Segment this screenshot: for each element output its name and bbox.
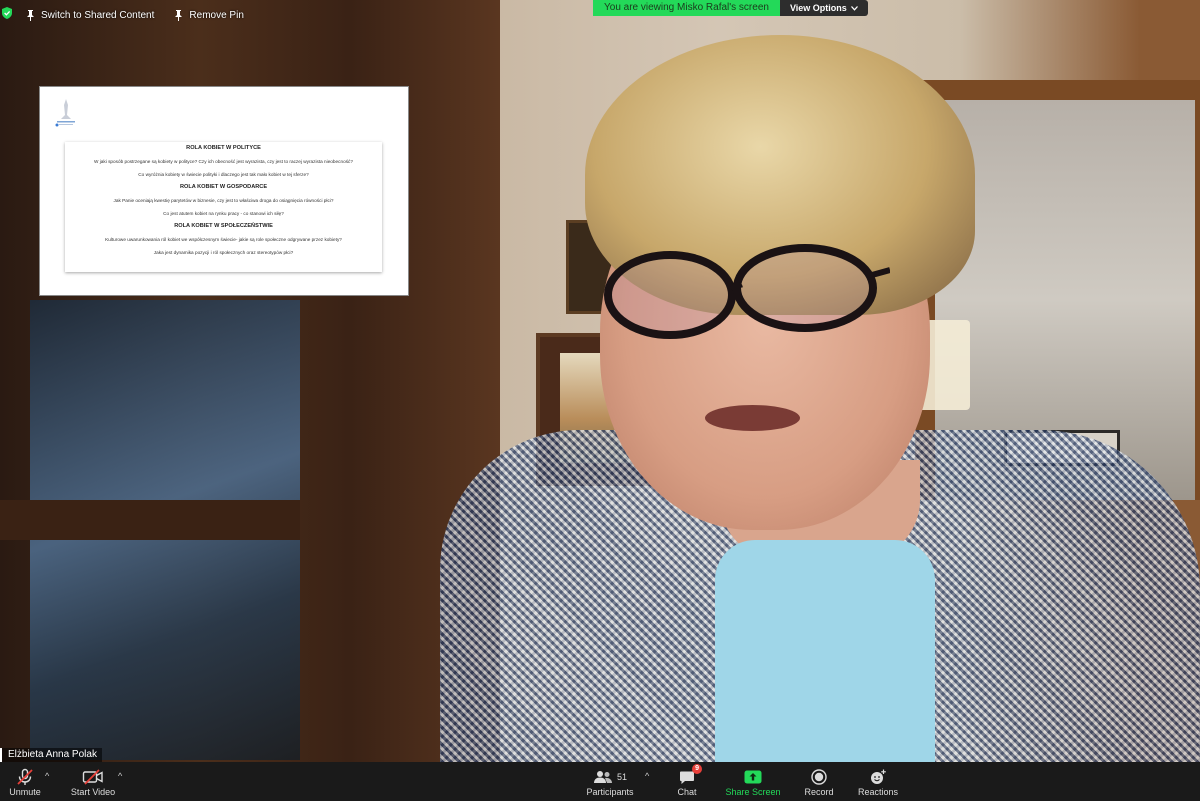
participants-options-caret-icon[interactable]: ^	[645, 771, 649, 781]
audio-options-caret-icon[interactable]: ^	[45, 771, 49, 781]
slide-section-title: ROLA KOBIET W POLITYCE	[186, 145, 261, 151]
chat-unread-badge: 9	[692, 764, 702, 774]
top-left-controls: Switch to Shared Content Remove Pin	[0, 0, 600, 30]
person-mouth	[705, 405, 800, 431]
cabinet-bar	[0, 500, 300, 540]
switch-to-shared-content-label: Switch to Shared Content	[41, 9, 155, 21]
screen-share-banner: You are viewing Misko Rafal's screen Vie…	[593, 0, 868, 16]
shared-screen-thumbnail[interactable]: ROLA KOBIET W POLITYCE W jaki sposób pos…	[39, 86, 409, 296]
participants-label: Participants	[586, 787, 634, 797]
person-shirt	[715, 540, 935, 762]
record-icon	[811, 769, 827, 785]
slide-bullet: Kulturowe uwarunkowania ról kobiet we ws…	[105, 237, 342, 242]
participants-button[interactable]: 51 Participants	[583, 762, 637, 801]
meeting-toolbar: Unmute ^ Start Video ^ 51 Participants ^	[0, 762, 1200, 801]
smiley-plus-icon	[871, 769, 886, 784]
muted-microphone-icon	[17, 768, 33, 785]
share-screen-button[interactable]: Share Screen	[722, 762, 784, 801]
video-options-caret-icon[interactable]: ^	[118, 771, 122, 781]
pin-icon	[27, 9, 34, 21]
slide-bullet: Jak Panie oceniają kwestię parytetów w b…	[113, 198, 334, 203]
remove-pin-label: Remove Pin	[189, 9, 244, 21]
chat-button[interactable]: 9 Chat	[670, 762, 704, 801]
slide-content-card: ROLA KOBIET W POLITYCE W jaki sposób pos…	[65, 142, 382, 272]
encryption-shield-icon[interactable]	[2, 6, 12, 24]
slide-bullet: Co wyróżnia kobiety w świecie polityki i…	[138, 172, 309, 177]
share-screen-label: Share Screen	[725, 787, 781, 797]
start-video-button[interactable]: Start Video	[68, 762, 118, 801]
slide-section-title: ROLA KOBIET W GOSPODARCE	[179, 184, 268, 190]
record-button[interactable]: Record	[800, 762, 838, 801]
slide-bullet: Co jest atutem kobiet na rynku pracy - c…	[163, 211, 284, 216]
slide-section-title: ROLA KOBIET W SPOŁECZEŃSTWIE	[174, 223, 273, 229]
reactions-label: Reactions	[857, 787, 899, 797]
reactions-button[interactable]: Reactions	[855, 762, 901, 801]
remove-pin-button[interactable]: Remove Pin	[174, 9, 244, 21]
chevron-down-icon	[850, 5, 858, 11]
slide-bullet: Jaka jest dynamika pozycji i ról społecz…	[153, 250, 294, 255]
video-off-icon	[82, 769, 103, 785]
participants-count: 51	[616, 772, 627, 782]
viewing-screen-text: You are viewing Misko Rafal's screen	[593, 0, 780, 16]
unmute-button[interactable]: Unmute	[4, 762, 46, 801]
participants-icon	[593, 771, 612, 783]
record-label: Record	[804, 787, 834, 797]
view-options-button[interactable]: View Options	[779, 0, 868, 16]
pin-icon	[175, 9, 183, 21]
start-video-label: Start Video	[70, 787, 116, 797]
unmute-label: Unmute	[9, 787, 41, 797]
participant-name-tag: Elżbieta Anna Polak	[0, 748, 102, 762]
switch-to-shared-content-button[interactable]: Switch to Shared Content	[26, 9, 155, 21]
share-screen-icon	[744, 770, 762, 784]
person-glasses	[604, 244, 890, 339]
chat-label: Chat	[677, 787, 697, 797]
slide-bullet: W jaki sposób postrzegane są kobiety w p…	[94, 159, 353, 164]
view-options-label: View Options	[789, 3, 847, 13]
organization-logo	[55, 99, 75, 127]
